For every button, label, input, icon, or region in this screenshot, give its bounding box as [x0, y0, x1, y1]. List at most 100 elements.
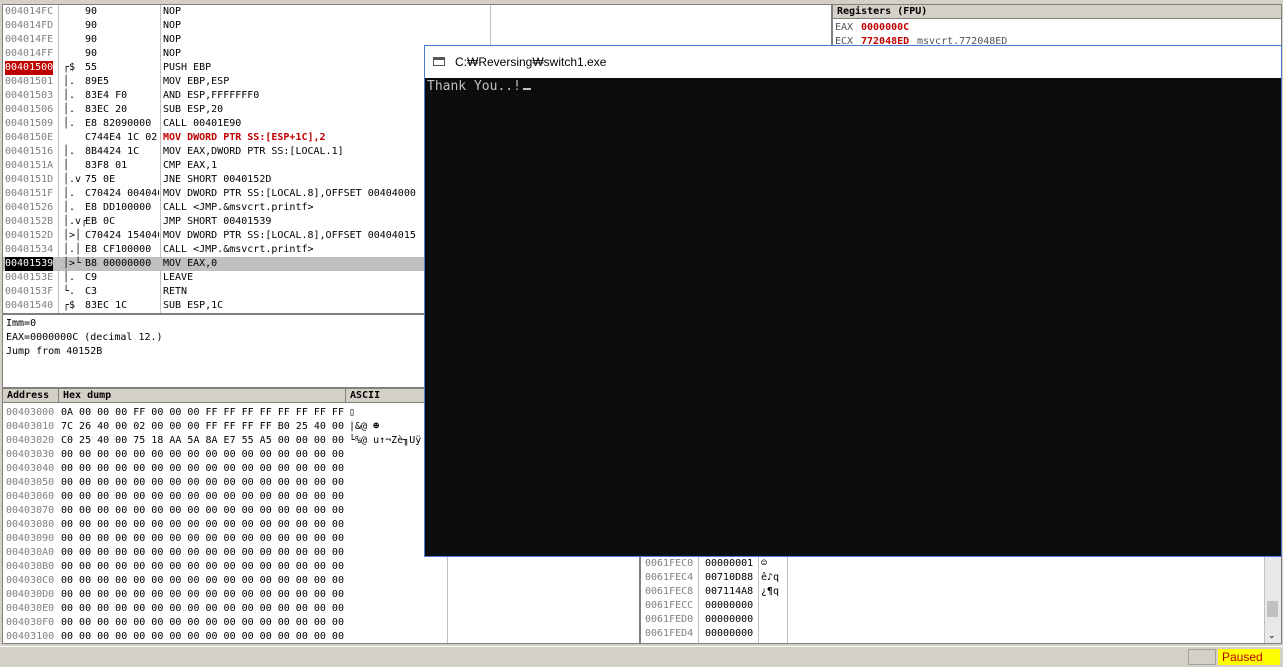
text-cursor	[522, 88, 531, 90]
disasm-jump-arrow: └.	[63, 286, 76, 297]
disasm-hex: E8 DD100000	[85, 202, 152, 213]
dump-address: 004030C0	[6, 575, 55, 586]
disasm-address: 004014FE	[5, 34, 54, 45]
console-title: C:₩Reversing₩switch1.exe	[455, 55, 607, 69]
disasm-address: 00401526	[5, 202, 54, 213]
disasm-instruction: JNE SHORT 0040152D	[163, 174, 272, 185]
stack-comment: ☺	[761, 558, 768, 569]
scroll-thumb[interactable]	[1267, 601, 1278, 617]
register-name: EAX	[835, 22, 854, 33]
info-line: EAX=0000000C (decimal 12.)	[6, 332, 163, 343]
dump-hex: 00 00 00 00 00 00 00 00 00 00 00 00 00 0…	[61, 449, 344, 460]
dump-address: 00403010	[6, 421, 55, 432]
disasm-hex: 83E4 F0	[85, 90, 128, 101]
disasm-row[interactable]: 004014FD 90 NOP	[3, 19, 831, 33]
disasm-jump-arrow: │.	[63, 118, 76, 129]
disasm-address: 0040151D	[5, 174, 54, 185]
stack-pane[interactable]: 0061FEC0 00000001 ☺ 0061FEC4 00710D88 ê♪q 0061…	[640, 556, 1282, 644]
disasm-address: 00401539	[5, 257, 54, 271]
disasm-instruction: CALL <JMP.&msvcrt.printf>	[163, 202, 314, 213]
dump-hex: 00 00 00 00 00 00 00 00 00 00 00 00 00 0…	[61, 575, 344, 586]
disasm-jump-arrow: │.	[63, 104, 76, 115]
disasm-instruction: NOP	[163, 20, 182, 31]
dump-address: 00403070	[6, 505, 55, 516]
dump-hex: 00 00 00 00 00 00 00 00 00 00 00 00 00 0…	[61, 519, 344, 530]
disasm-jump-arrow: ┌$	[63, 300, 76, 311]
disasm-instruction: CALL <JMP.&msvcrt.printf>	[163, 244, 314, 255]
stack-value: 00710D88	[705, 572, 754, 583]
console-output-text: Thank You..!	[427, 79, 521, 94]
disasm-address: 00401501	[5, 76, 54, 87]
console-titlebar[interactable]: C:₩Reversing₩switch1.exe	[425, 46, 1281, 78]
disasm-jump-arrow: │.│	[63, 244, 82, 255]
disasm-jump-arrow: │>└	[63, 258, 82, 269]
disasm-instruction: MOV EAX,DWORD PTR SS:[LOCAL.1]	[163, 146, 344, 157]
dump-header-address[interactable]: Address	[3, 389, 59, 403]
disasm-jump-arrow: │>│	[63, 230, 82, 241]
disasm-address: 00401516	[5, 146, 54, 157]
dump-hex: 0A 00 00 00 FF 00 00 00 FF FF FF FF FF F…	[61, 407, 344, 418]
disasm-address: 0040150E	[5, 132, 54, 143]
console-icon	[433, 57, 445, 66]
disasm-jump-arrow: │.	[63, 202, 76, 213]
stack-scrollbar[interactable]: ⌄	[1264, 557, 1281, 643]
dump-hex: 00 00 00 00 00 00 00 00 00 00 00 00 00 0…	[61, 547, 344, 558]
disasm-hex: C9	[85, 272, 98, 283]
dump-hex: 00 00 00 00 00 00 00 00 00 00 00 00 00 0…	[61, 463, 344, 474]
dump-address: 004030E0	[6, 603, 55, 614]
stack-value: 00000001	[705, 558, 754, 569]
dump-ascii: └%@ u↑¬Zè╖Uÿ	[349, 435, 422, 446]
dump-address: 00403000	[6, 407, 55, 418]
stack-address: 0061FED0	[645, 614, 694, 625]
dump-header-hex[interactable]: Hex dump	[59, 389, 346, 403]
disasm-hex: 83EC 1C	[85, 300, 128, 311]
console-output-area[interactable]: Thank You..!	[425, 78, 1281, 556]
disasm-hex: 8B4424 1C	[85, 146, 140, 157]
register-value: 0000000C	[861, 22, 910, 33]
disasm-instruction: CALL 00401E90	[163, 118, 242, 129]
info-line: Jump from 40152B	[6, 346, 103, 357]
column-divider	[160, 5, 161, 313]
stack-value: 00000000	[705, 600, 754, 611]
registers-header: Registers (FPU)	[833, 5, 1281, 19]
disasm-instruction: NOP	[163, 6, 182, 17]
disasm-instruction: MOV DWORD PTR SS:[LOCAL.8],OFFSET 004040…	[163, 188, 416, 199]
dump-hex: 00 00 00 00 00 00 00 00 00 00 00 00 00 0…	[61, 561, 344, 572]
disasm-hex: 90	[85, 34, 98, 45]
column-divider	[787, 557, 788, 643]
dump-address: 00403080	[6, 519, 55, 530]
dump-address: 00403030	[6, 449, 55, 460]
stack-address: 0061FEC8	[645, 586, 694, 597]
disasm-instruction: RETN	[163, 286, 188, 297]
disasm-jump-arrow: │	[63, 160, 70, 171]
disasm-address: 00401534	[5, 244, 54, 255]
disasm-hex: 83EC 20	[85, 104, 128, 115]
disasm-address: 0040151A	[5, 160, 54, 171]
disasm-hex: 90	[85, 48, 98, 59]
stack-comment: ê♪q	[761, 572, 780, 583]
disasm-address: 004014FF	[5, 48, 54, 59]
stack-value: 00000000	[705, 614, 754, 625]
stack-value: 007114A8	[705, 586, 754, 597]
disasm-jump-arrow	[63, 131, 69, 145]
disasm-address: 004014FC	[5, 6, 54, 17]
disasm-row[interactable]: 004014FC 90 NOP	[3, 5, 831, 19]
disasm-instruction: MOV EBP,ESP	[163, 76, 230, 87]
disasm-instruction: MOV DWORD PTR SS:[ESP+1C],2	[163, 132, 326, 143]
dump-ascii: |&@ ☻	[349, 421, 380, 432]
disasm-hex: B8 00000000	[85, 258, 152, 269]
stack-address: 0061FEC4	[645, 572, 694, 583]
disasm-jump-arrow: │.v	[63, 174, 82, 185]
dump-address: 00403050	[6, 477, 55, 488]
disasm-jump-arrow: │.	[63, 76, 76, 87]
disasm-instruction: MOV EAX,0	[163, 258, 218, 269]
disasm-hex: E8 CF100000	[85, 244, 152, 255]
disasm-address: 0040152D	[5, 230, 54, 241]
scroll-down-arrow-icon[interactable]: ⌄	[1268, 631, 1276, 641]
disasm-address: 00401509	[5, 118, 54, 129]
dump-address: 004030A0	[6, 547, 55, 558]
console-window[interactable]: C:₩Reversing₩switch1.exe Thank You..!	[424, 45, 1282, 557]
dump-hex: 00 00 00 00 00 00 00 00 00 00 00 00 00 0…	[61, 505, 344, 516]
disasm-instruction: JMP SHORT 00401539	[163, 216, 272, 227]
column-divider	[698, 557, 699, 643]
